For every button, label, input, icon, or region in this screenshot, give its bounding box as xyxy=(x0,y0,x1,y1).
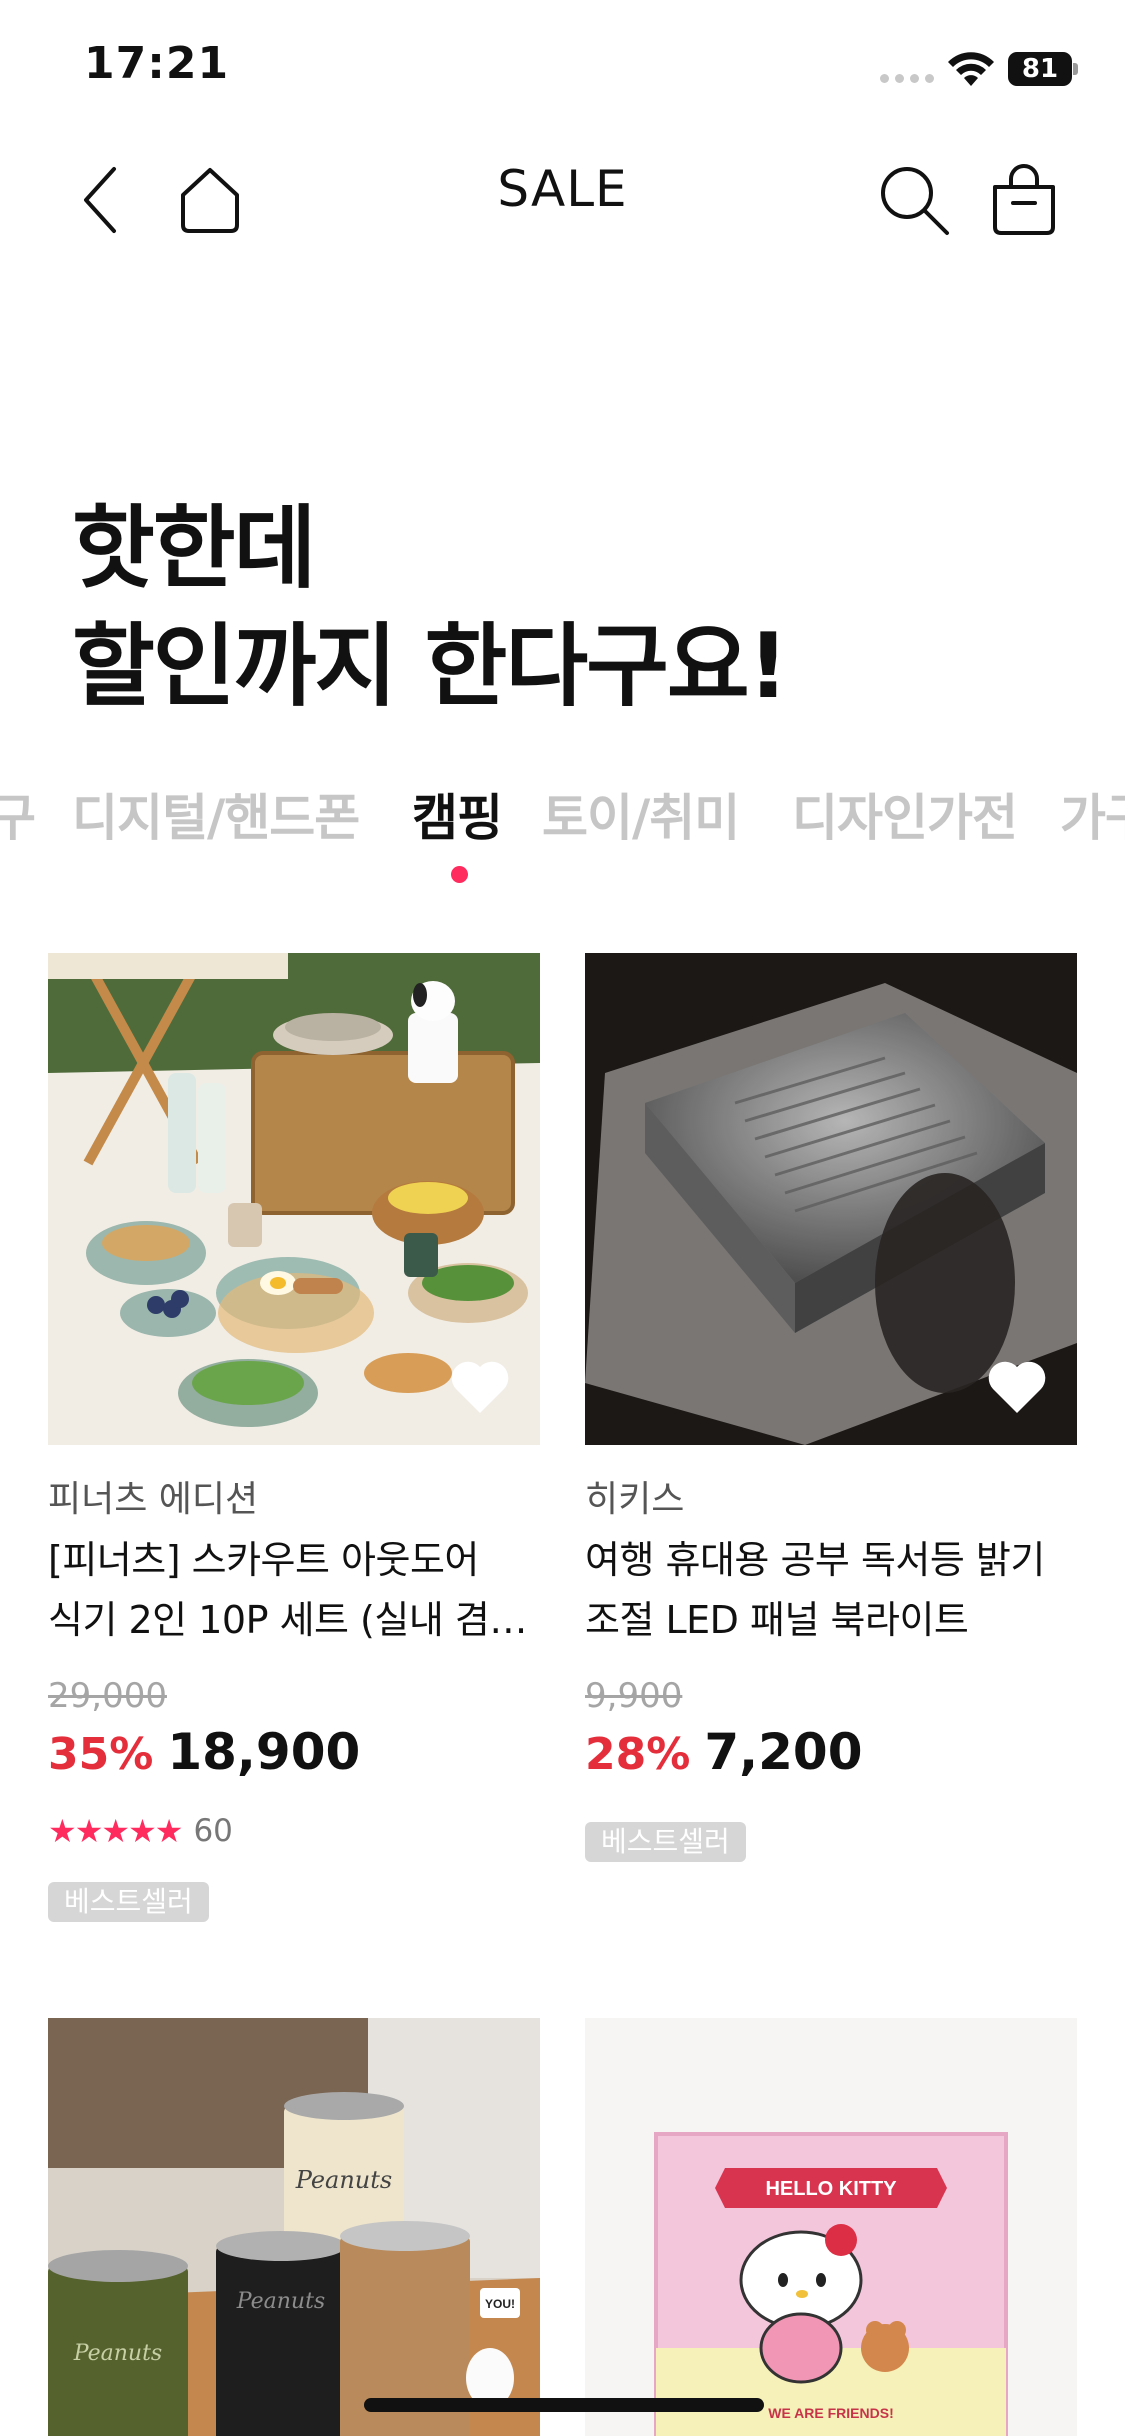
status-bar: 17:21 81 xyxy=(0,0,1125,140)
nav-bar: SALE xyxy=(0,140,1125,260)
svg-text:Peanuts: Peanuts xyxy=(236,2289,325,2314)
price-row: 35% 18,900 xyxy=(48,1723,360,1781)
category-tabs: 구 디지털/핸드폰 캠핑 토이/취미 디자인가전 가구 xyxy=(0,778,1125,868)
product-brand: 히키스 xyxy=(585,1479,685,1520)
price-row: 28% 7,200 xyxy=(585,1723,862,1781)
discount-rate: 35% xyxy=(48,1729,154,1780)
battery-icon: 81 xyxy=(1008,52,1078,86)
wishlist-heart-icon[interactable] xyxy=(987,1359,1047,1415)
status-time: 17:21 xyxy=(84,38,230,89)
product-title: 여행 휴대용 공부 독서등 밝기 조절 LED 패널 북라이트 xyxy=(585,1530,1077,1650)
active-tab-indicator xyxy=(451,866,468,883)
headline-line1: 핫한데 xyxy=(72,496,316,601)
original-price: 29,000 xyxy=(48,1676,167,1716)
product-image-peanuts-cups[interactable]: Peanuts Peanuts Peanuts YOU! xyxy=(48,2018,540,2436)
search-icon xyxy=(881,167,949,235)
product-title-line1: 여행 휴대용 공부 독서등 밝기 xyxy=(585,1538,1045,1582)
product-image-picnic-set[interactable] xyxy=(48,953,540,1445)
product-card[interactable]: HELLO KITTY WE ARE FRIENDS! xyxy=(585,2018,1077,2436)
sale-price: 18,900 xyxy=(167,1723,361,1781)
wifi-icon xyxy=(948,52,994,86)
tab-digital-phone[interactable]: 디지털/핸드폰 xyxy=(72,778,360,850)
product-card[interactable]: 히키스 여행 휴대용 공부 독서등 밝기 조절 LED 패널 북라이트 9,90… xyxy=(585,953,1077,1873)
tab-design-appliance[interactable]: 디자인가전 xyxy=(792,778,1018,850)
original-price: 9,900 xyxy=(585,1676,683,1716)
star-rating-icon: ★★★★★ xyxy=(48,1812,183,1850)
product-title-line2: 식기 2인 10P 세트 (실내 겸… xyxy=(48,1598,527,1642)
tab-camping[interactable]: 캠핑 xyxy=(412,778,503,850)
product-title: [피너츠] 스카우트 아웃도어 식기 2인 10P 세트 (실내 겸… xyxy=(48,1530,540,1650)
headline-line2: 할인까지 한다구요! xyxy=(72,614,789,719)
svg-text:Peanuts: Peanuts xyxy=(73,2341,162,2366)
cart-button[interactable] xyxy=(982,158,1066,242)
review-count: 60 xyxy=(193,1813,233,1849)
battery-level: 81 xyxy=(1008,52,1072,86)
wishlist-heart-icon[interactable] xyxy=(450,1359,510,1415)
shopping-bag-icon xyxy=(993,164,1055,235)
bestseller-badge: 베스트셀러 xyxy=(585,1822,746,1862)
sale-price: 7,200 xyxy=(704,1723,863,1781)
cellular-signal-icon xyxy=(880,74,934,83)
product-card[interactable]: 피너츠 에디션 [피너츠] 스카우트 아웃도어 식기 2인 10P 세트 (실내… xyxy=(48,953,540,1933)
cup-sign-text: YOU! xyxy=(485,2297,515,2311)
tab-furniture-partial[interactable]: 구 xyxy=(0,778,36,850)
home-indicator[interactable] xyxy=(364,2398,764,2412)
tab-furniture[interactable]: 가구 xyxy=(1060,778,1125,850)
bestseller-badge: 베스트셀러 xyxy=(48,1882,209,1922)
discount-rate: 28% xyxy=(585,1729,691,1780)
pad-footer-text: WE ARE FRIENDS! xyxy=(768,2405,893,2421)
promo-headline: 핫한데 할인까지 한다구요! xyxy=(72,490,789,726)
search-button[interactable] xyxy=(872,158,956,242)
product-card[interactable]: Peanuts Peanuts Peanuts YOU! xyxy=(48,2018,540,2436)
product-brand: 피너츠 에디션 xyxy=(48,1479,259,1520)
product-image-hello-kitty-pad[interactable]: HELLO KITTY WE ARE FRIENDS! xyxy=(585,2018,1077,2436)
tab-toy-hobby[interactable]: 토이/취미 xyxy=(542,778,740,850)
product-title-line1: [피너츠] 스카우트 아웃도어 xyxy=(48,1538,479,1582)
product-image-book-light[interactable] xyxy=(585,953,1077,1445)
cup-brand-text: Peanuts xyxy=(295,2166,392,2194)
sale-page: 17:21 81 SALE 핫한데 할인까지 한다구요! 구 디지털/핸드폰 캠… xyxy=(0,0,1125,2436)
rating-row: ★★★★★ 60 xyxy=(48,1812,233,1850)
page-title: SALE xyxy=(497,160,628,218)
pad-title-text: HELLO KITTY xyxy=(765,2178,897,2200)
product-title-line2: 조절 LED 패널 북라이트 xyxy=(585,1598,969,1642)
